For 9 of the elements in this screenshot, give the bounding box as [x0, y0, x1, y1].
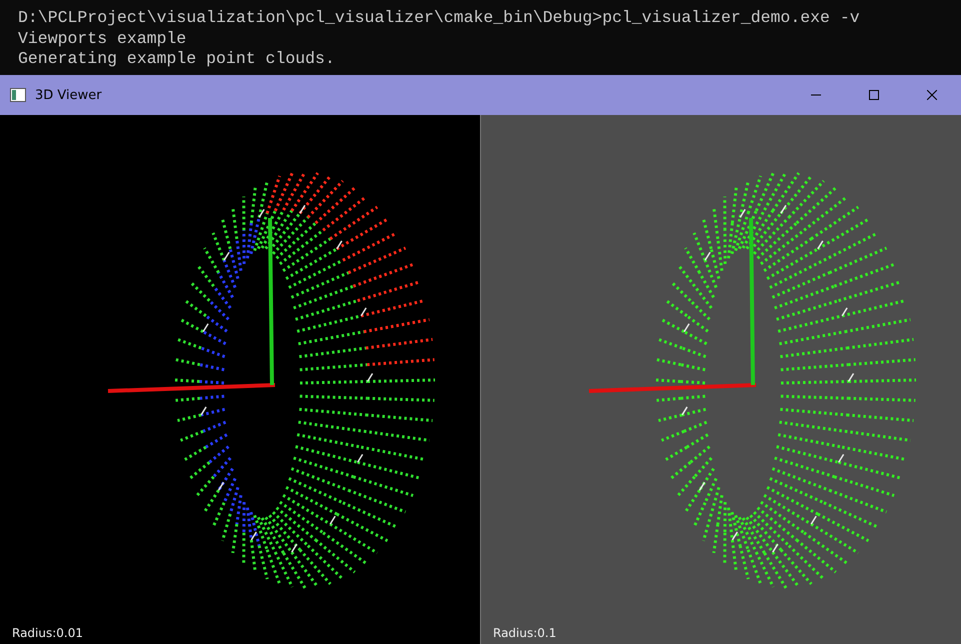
console-line: Generating example point clouds.	[18, 49, 336, 70]
maximize-icon	[869, 90, 879, 100]
radius-label: Radius:0.01	[12, 626, 83, 640]
radius-label: Radius:0.1	[493, 626, 556, 640]
window-icon	[10, 88, 26, 102]
console-line: D:\PCLProject\visualization\pcl_visualizer\cmake_bin\Debug>pcl_visualizer_demo.exe -v	[18, 8, 861, 28]
console-line: Viewports example	[18, 28, 188, 49]
window-title: 3D Viewer	[35, 88, 103, 102]
close-icon	[927, 90, 937, 100]
